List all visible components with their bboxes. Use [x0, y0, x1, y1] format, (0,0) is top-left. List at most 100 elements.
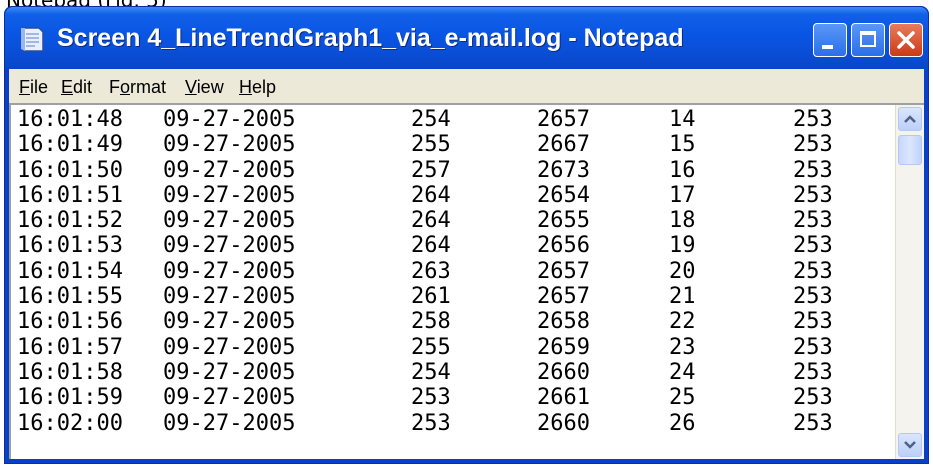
menu-view[interactable]: View [185, 76, 224, 98]
log-date: 09-27-2005 [163, 157, 296, 183]
log-line: 16:01:59 09-27-2005 253 2661 25 253 [17, 385, 887, 410]
log-date: 09-27-2005 [163, 107, 296, 132]
log-value-d: 253 [793, 107, 833, 132]
log-value-a: 253 [411, 410, 451, 436]
menu-edit-access-key: E [61, 77, 74, 97]
log-line: 16:01:57 09-27-2005 255 2659 23 253 [17, 335, 887, 360]
log-time: 16:01:54 [17, 258, 123, 284]
log-value-d: 253 [793, 334, 833, 360]
log-value-d: 253 [793, 157, 833, 183]
vertical-scrollbar[interactable] [895, 105, 924, 459]
menu-format[interactable]: Format [109, 76, 166, 98]
log-value-c: 17 [669, 182, 696, 208]
log-value-d: 253 [793, 233, 833, 259]
log-value-a: 254 [411, 359, 451, 385]
log-value-b: 2660 [537, 410, 590, 436]
log-date: 09-27-2005 [163, 132, 296, 158]
menu-view-rest: iew [196, 77, 224, 97]
log-date: 09-27-2005 [163, 233, 296, 259]
log-time: 16:01:52 [17, 208, 123, 234]
menu-edit-rest: dit [73, 77, 93, 97]
scroll-down-arrow-icon [904, 441, 916, 449]
scroll-up-arrow-icon [904, 115, 916, 123]
log-value-b: 2655 [537, 208, 590, 234]
menu-help-rest: elp [252, 77, 277, 97]
log-value-c: 20 [669, 258, 696, 284]
menu-help[interactable]: Help [239, 76, 276, 98]
log-value-b: 2667 [537, 132, 590, 158]
log-line: 16:01:50 09-27-2005 257 2673 16 253 [17, 158, 887, 183]
log-date: 09-27-2005 [163, 284, 296, 310]
log-value-c: 15 [669, 132, 696, 158]
menu-bar: File Edit Format View Help [9, 69, 924, 103]
log-date: 09-27-2005 [163, 208, 296, 234]
log-date: 09-27-2005 [163, 309, 296, 335]
menu-help-access-key: H [239, 77, 252, 97]
menu-file-access-key: F [19, 77, 30, 97]
log-time: 16:01:58 [17, 359, 123, 385]
log-content[interactable]: 16:01:48 09-27-2005 254 2657 14 253 16:01:49 09… [17, 107, 887, 436]
log-value-c: 24 [669, 359, 696, 385]
log-line: 16:01:53 09-27-2005 264 2656 19 253 [17, 233, 887, 258]
title-bar[interactable]: Screen 4_LineTrendGraph1_via_e-mail.log … [5, 7, 928, 69]
log-date: 09-27-2005 [163, 359, 296, 385]
log-value-b: 2661 [537, 385, 590, 411]
text-editor-area[interactable]: 16:01:48 09-27-2005 254 2657 14 253 16:01:49 09… [9, 103, 924, 459]
log-value-a: 264 [411, 208, 451, 234]
log-value-b: 2654 [537, 182, 590, 208]
log-line: 16:01:49 09-27-2005 255 2667 15 253 [17, 132, 887, 157]
menu-edit[interactable]: Edit [61, 76, 92, 98]
log-value-d: 253 [793, 258, 833, 284]
maximize-button[interactable] [851, 23, 885, 57]
scroll-down-button[interactable] [898, 433, 922, 457]
log-value-a: 255 [411, 132, 451, 158]
scroll-up-button[interactable] [898, 107, 922, 131]
scroll-thumb[interactable] [898, 135, 922, 165]
menu-file-rest: ile [30, 77, 49, 97]
log-value-c: 25 [669, 385, 696, 411]
log-value-c: 21 [669, 284, 696, 310]
log-value-a: 263 [411, 258, 451, 284]
menu-format-start: F [109, 77, 120, 97]
log-line: 16:01:55 09-27-2005 261 2657 21 253 [17, 284, 887, 309]
log-value-d: 253 [793, 132, 833, 158]
log-date: 09-27-2005 [163, 334, 296, 360]
menu-file[interactable]: File [19, 76, 48, 98]
log-value-d: 253 [793, 385, 833, 411]
log-value-a: 258 [411, 309, 451, 335]
log-value-d: 253 [793, 284, 833, 310]
log-time: 16:02:00 [17, 410, 123, 436]
log-line: 16:02:00 09-27-2005 253 2660 26 253 [17, 411, 887, 436]
log-value-b: 2660 [537, 359, 590, 385]
minimize-button[interactable] [813, 23, 847, 57]
log-date: 09-27-2005 [163, 410, 296, 436]
menu-format-access-key: o [120, 77, 131, 97]
menu-format-rest: rmat [130, 77, 167, 97]
log-time: 16:01:59 [17, 385, 123, 411]
log-value-c: 23 [669, 334, 696, 360]
log-value-b: 2673 [537, 157, 590, 183]
log-value-b: 2657 [537, 258, 590, 284]
close-icon [897, 31, 915, 49]
log-value-d: 253 [793, 410, 833, 436]
log-value-c: 18 [669, 208, 696, 234]
menu-view-access-key: V [185, 77, 197, 97]
log-value-c: 22 [669, 309, 696, 335]
log-value-d: 253 [793, 309, 833, 335]
minimize-icon [822, 45, 833, 49]
log-time: 16:01:56 [17, 309, 123, 335]
log-line: 16:01:52 09-27-2005 264 2655 18 253 [17, 208, 887, 233]
log-value-a: 264 [411, 182, 451, 208]
log-value-a: 261 [411, 284, 451, 310]
log-value-b: 2657 [537, 284, 590, 310]
notepad-icon [21, 27, 44, 52]
log-date: 09-27-2005 [163, 385, 296, 411]
log-value-d: 253 [793, 359, 833, 385]
log-value-d: 253 [793, 182, 833, 208]
log-value-a: 253 [411, 385, 451, 411]
log-value-d: 253 [793, 208, 833, 234]
maximize-icon [860, 31, 876, 47]
log-line: 16:01:54 09-27-2005 263 2657 20 253 [17, 259, 887, 284]
log-date: 09-27-2005 [163, 258, 296, 284]
close-button[interactable] [889, 23, 923, 57]
